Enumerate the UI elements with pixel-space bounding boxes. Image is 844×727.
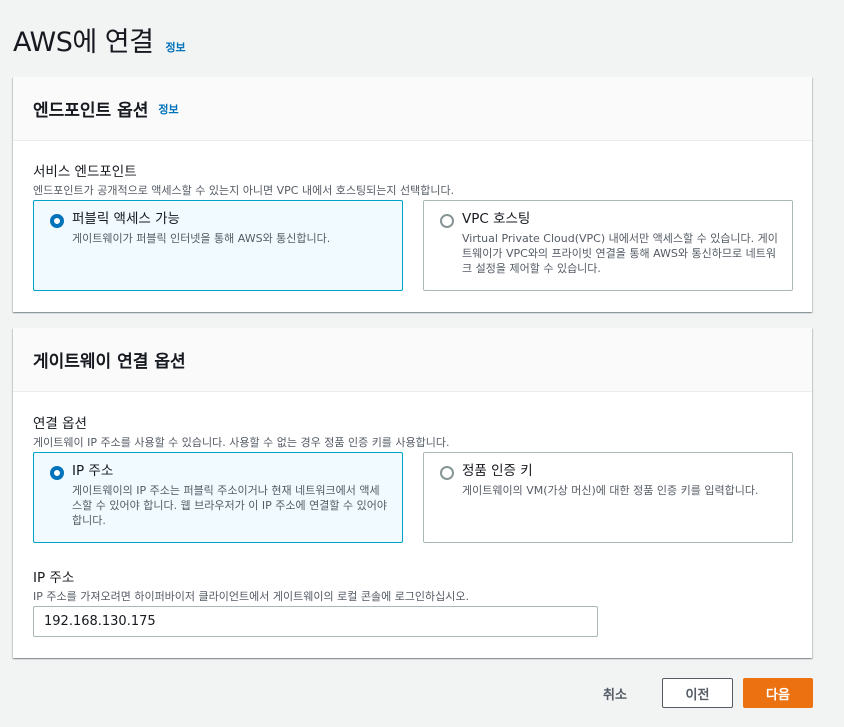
radio-ip-address[interactable] (50, 466, 64, 480)
ip-address-label: IP 주소 (33, 570, 75, 586)
activation-key-description: 게이트웨이의 VM(가상 머신)에 대한 정품 인증 키를 입력합니다. (462, 484, 759, 497)
ip-address-description: IP 주소를 가져오려면 하이퍼바이저 클라이언트에서 게이트웨이의 로컬 콘솔… (33, 590, 470, 603)
public-access-description: 게이트웨이가 퍼블릭 인터넷을 통해 AWS와 통신합니다. (72, 232, 331, 245)
service-endpoint-field: 서비스 엔드포인트 엔드포인트가 공개적으로 액세스할 수 있는지 아니면 VP… (33, 160, 454, 198)
previous-button[interactable]: 이전 (662, 678, 733, 708)
radio-public-access[interactable] (50, 214, 64, 228)
page-title: AWS에 연결 (13, 27, 154, 58)
radio-activation-key[interactable] (440, 466, 454, 480)
ip-address-input[interactable]: 192.168.130.175 (33, 606, 598, 637)
ip-address-option-description: 게이트웨이의 IP 주소는 퍼블릭 주소이거나 현재 네트워크에서 액세스할 수… (72, 484, 387, 527)
connection-options-title: 게이트웨이 연결 옵션 (33, 352, 186, 372)
tile-public-access[interactable]: 퍼블릭 액세스 가능 게이트웨이가 퍼블릭 인터넷을 통해 AWS와 통신합니다… (33, 200, 403, 291)
connection-option-label: 연결 옵션 (33, 416, 87, 432)
connection-option-field: 연결 옵션 게이트웨이 IP 주소를 사용할 수 있습니다. 사용할 수 없는 … (33, 412, 450, 450)
page-info-link[interactable]: 정보 (165, 39, 185, 55)
tile-ip-address[interactable]: IP 주소 게이트웨이의 IP 주소는 퍼블릭 주소이거나 현재 네트워크에서 … (33, 452, 403, 543)
page-header: AWS에 연결 정보 (13, 20, 186, 59)
radio-vpc-hosted[interactable] (440, 214, 454, 228)
activation-key-title: 정품 인증 키 (462, 463, 533, 479)
cancel-button[interactable]: 취소 (590, 678, 640, 708)
service-endpoint-description: 엔드포인트가 공개적으로 액세스할 수 있는지 아니면 VPC 내에서 호스팅되… (33, 184, 455, 197)
vpc-hosted-title: VPC 호스팅 (462, 211, 531, 227)
endpoint-options-header: 엔드포인트 옵션 정보 (13, 77, 812, 141)
connection-option-description: 게이트웨이 IP 주소를 사용할 수 있습니다. 사용할 수 없는 경우 정품 … (33, 436, 450, 449)
endpoint-options-title: 엔드포인트 옵션 (33, 101, 149, 121)
service-endpoint-label: 서비스 엔드포인트 (33, 164, 137, 180)
vpc-hosted-description: Virtual Private Cloud(VPC) 내에서만 액세스할 수 있… (462, 232, 778, 275)
public-access-title: 퍼블릭 액세스 가능 (72, 211, 180, 227)
ip-address-field: IP 주소 IP 주소를 가져오려면 하이퍼바이저 클라이언트에서 게이트웨이의… (33, 566, 469, 604)
endpoint-options-panel: 엔드포인트 옵션 정보 서비스 엔드포인트 엔드포인트가 공개적으로 액세스할 … (13, 77, 812, 312)
connection-options-panel: 게이트웨이 연결 옵션 연결 옵션 게이트웨이 IP 주소를 사용할 수 있습니… (13, 328, 812, 658)
tile-activation-key[interactable]: 정품 인증 키 게이트웨이의 VM(가상 머신)에 대한 정품 인증 키를 입력… (423, 452, 793, 543)
ip-address-option-title: IP 주소 (72, 463, 114, 479)
tile-vpc-hosted[interactable]: VPC 호스팅 Virtual Private Cloud(VPC) 내에서만 … (423, 200, 793, 291)
next-button[interactable]: 다음 (743, 678, 813, 708)
connection-options-header: 게이트웨이 연결 옵션 (13, 328, 812, 392)
endpoint-info-link[interactable]: 정보 (158, 101, 178, 117)
